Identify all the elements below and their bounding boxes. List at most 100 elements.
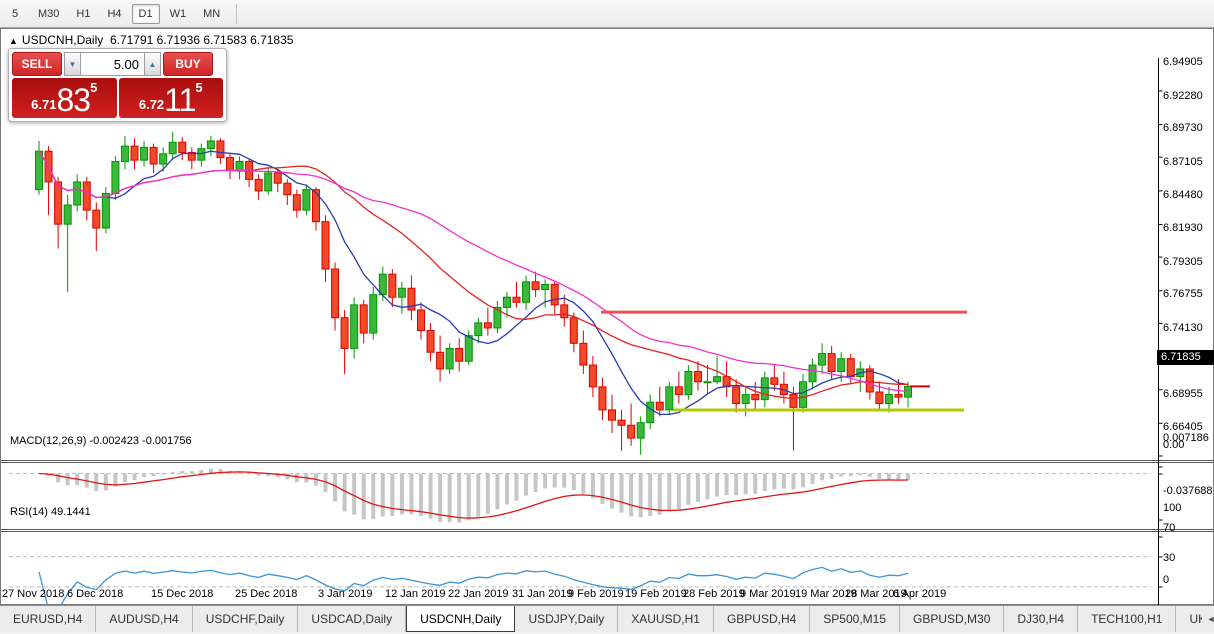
candle-body [160, 154, 167, 164]
macd-label: MACD(12,26,9) -0.002423 -0.001756 [10, 435, 192, 447]
volume-decrease-button[interactable]: ▼ [64, 52, 81, 76]
timeframe-button-d1[interactable]: D1 [132, 4, 160, 24]
indicator-axis-label: 0 [1163, 574, 1169, 586]
candle-body [714, 377, 721, 382]
tab-xauusd-h1[interactable]: XAUUSD,H1 [618, 606, 714, 632]
tab-usdcad-daily[interactable]: USDCAD,Daily [298, 606, 406, 632]
candle-body [370, 295, 377, 333]
candle-body [93, 210, 100, 228]
candle-body [704, 382, 711, 383]
chart-symbol: USDCNH,Daily [22, 33, 103, 47]
candle-body [895, 395, 902, 398]
toolbar-separator [236, 4, 237, 24]
date-axis-label: 31 Jan 2019 [512, 588, 573, 600]
timeframe-button-h1[interactable]: H1 [69, 4, 97, 24]
tab-usdchf-daily[interactable]: USDCHF,Daily [193, 606, 299, 632]
buy-price-pips: 11 [164, 85, 195, 115]
candle-body [675, 387, 682, 395]
timeframe-button-h4[interactable]: H4 [100, 4, 128, 24]
price-axis-label: 6.92280 [1163, 90, 1203, 102]
sell-button[interactable]: SELL [12, 52, 62, 76]
candle-body [265, 173, 272, 191]
moving-average-line [39, 151, 908, 414]
candle-body [332, 269, 339, 318]
candle-body [828, 354, 835, 372]
candle-body [876, 392, 883, 404]
tab-sp500-m15[interactable]: SP500,M15 [810, 606, 900, 632]
sell-price-panel[interactable]: 6.71 83 5 [12, 78, 117, 118]
timeframe-button-w1[interactable]: W1 [163, 4, 194, 24]
candle-body [293, 195, 300, 210]
price-axis-label: 6.89730 [1163, 122, 1203, 134]
candle-body [761, 378, 768, 400]
volume-input[interactable] [81, 52, 144, 76]
tab-eurusd-h4[interactable]: EURUSD,H4 [0, 606, 96, 632]
candle-body [169, 142, 176, 154]
tab-audusd-h4[interactable]: AUDUSD,H4 [96, 606, 192, 632]
candle-body [389, 274, 396, 297]
candle-body [599, 387, 606, 410]
candle-body [398, 288, 405, 297]
candle-body [656, 402, 663, 410]
sell-price-fraction: 5 [90, 80, 97, 95]
candle-body [64, 205, 71, 224]
tab-tech100-h1[interactable]: TECH100,H1 [1078, 606, 1176, 632]
timeframe-button-5[interactable]: 5 [2, 4, 28, 24]
date-axis-label: 28 Feb 2019 [683, 588, 745, 600]
candle-body [312, 190, 319, 222]
macd-signal-line [39, 472, 908, 518]
collapse-arrow-icon[interactable]: ▲ [9, 36, 18, 46]
candle-body [589, 365, 596, 387]
tab-dj30-h4[interactable]: DJ30,H4 [1004, 606, 1078, 632]
candle-body [236, 161, 243, 170]
volume-increase-button[interactable]: ▲ [144, 52, 161, 76]
candle-body [141, 147, 148, 160]
rsi-label: RSI(14) 49.1441 [10, 506, 91, 518]
candle-body [542, 284, 549, 289]
candle-body [102, 193, 109, 228]
candle-body [83, 182, 90, 210]
candle-body [742, 395, 749, 404]
tab-ukoil-h[interactable]: UKOil,H [1176, 606, 1202, 632]
candle-body [847, 359, 854, 377]
candle-body [150, 147, 157, 164]
candle-body [694, 371, 701, 381]
price-axis-label: 6.87105 [1163, 156, 1203, 168]
timeframe-button-m30[interactable]: M30 [31, 4, 66, 24]
candle-body [800, 382, 807, 408]
chart-canvas[interactable] [1, 57, 1214, 634]
price-axis-label: 6.81930 [1163, 222, 1203, 234]
candle-body [609, 410, 616, 420]
chart-ohlc-values: 6.71791 6.71936 6.71583 6.71835 [110, 33, 294, 47]
buy-price-integer: 6.72 [139, 97, 164, 112]
tab-scroll-controls: ◄► [1202, 606, 1214, 632]
tab-gbpusd-h4[interactable]: GBPUSD,H4 [714, 606, 810, 632]
candle-body [885, 395, 892, 404]
tab-usdjpy-daily[interactable]: USDJPY,Daily [515, 606, 618, 632]
price-axis-label: 6.68955 [1163, 388, 1203, 400]
candle-body [284, 183, 291, 195]
buy-price-panel[interactable]: 6.72 11 5 [119, 78, 224, 118]
date-axis-label: 25 Dec 2018 [235, 588, 297, 600]
moving-average-line [39, 151, 908, 398]
candle-body [36, 151, 43, 189]
candle-body [437, 352, 444, 369]
buy-button[interactable]: BUY [163, 52, 213, 76]
candle-body [637, 423, 644, 438]
spinner-up-icon: ▲ [149, 60, 157, 69]
tab-usdcnh-daily[interactable]: USDCNH,Daily [406, 606, 515, 632]
price-axis-label: 6.79305 [1163, 256, 1203, 268]
tab-gbpusd-m30[interactable]: GBPUSD,M30 [900, 606, 1004, 632]
mt4-window: 5M30H1H4D1W1MN ▲USDCNH,Daily 6.71791 6.7… [0, 0, 1214, 632]
candle-body [418, 310, 425, 330]
indicator-axis-label: 0.00 [1163, 439, 1184, 451]
candle-body [360, 305, 367, 333]
price-axis-label: 6.94905 [1163, 56, 1203, 68]
timeframe-button-mn[interactable]: MN [196, 4, 227, 24]
candle-body [274, 173, 281, 183]
tab-scroll-left-icon[interactable]: ◄ [1202, 614, 1214, 624]
candle-body [484, 323, 491, 328]
candle-body [112, 161, 119, 193]
candle-body [255, 179, 262, 191]
indicator-axis-label: -0.037688 [1163, 485, 1213, 497]
